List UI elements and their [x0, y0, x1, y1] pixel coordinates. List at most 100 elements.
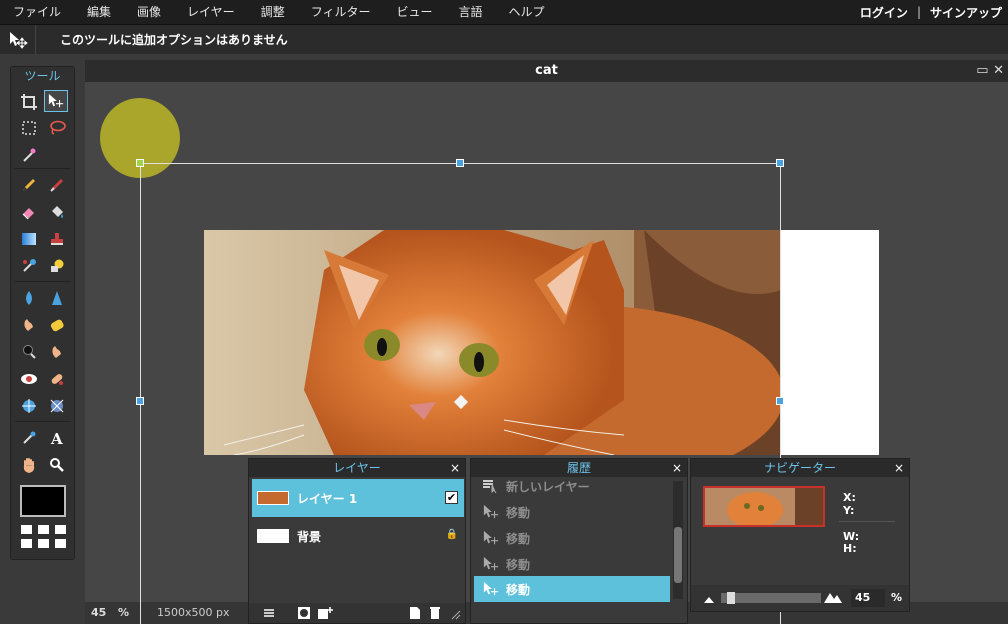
transform-handle-top[interactable]	[456, 159, 464, 167]
crop-tool-icon[interactable]	[17, 91, 41, 113]
sponge-tool-icon[interactable]	[45, 314, 69, 336]
history-item[interactable]: 移動	[474, 525, 670, 551]
login-link[interactable]: ログイン	[860, 4, 908, 21]
zoom-input[interactable]: 45	[851, 589, 885, 607]
menu-image[interactable]: 画像	[124, 0, 174, 24]
history-item[interactable]: 移動	[474, 576, 670, 602]
menu-adjust[interactable]: 調整	[248, 0, 298, 24]
smudge-tool-icon[interactable]	[17, 314, 41, 336]
layer-name: 背景	[297, 529, 322, 544]
brush-tool-icon[interactable]	[45, 174, 69, 196]
history-item-label: 新しいレイヤー	[506, 479, 590, 494]
move-icon	[482, 530, 502, 546]
layer-visibility-checkbox[interactable]: ✔	[445, 491, 458, 504]
layer-row[interactable]: レイヤー 1 ✔	[252, 479, 464, 517]
history-close-icon[interactable]: ×	[672, 459, 682, 477]
menu-edit[interactable]: 編集	[74, 0, 124, 24]
layer-settings-icon[interactable]	[263, 607, 275, 622]
menu-view[interactable]: ビュー	[383, 0, 445, 24]
menu-layer[interactable]: レイヤー	[174, 0, 248, 24]
sharpen-tool-icon[interactable]	[45, 287, 69, 309]
account-separator: |	[916, 5, 921, 19]
signup-link[interactable]: サインアップ	[930, 4, 1002, 21]
zoom-slider-knob[interactable]	[727, 592, 735, 604]
navigator-zoom-bar: 45 %	[691, 585, 909, 611]
layer-row[interactable]: 背景 🔒	[252, 517, 464, 555]
new-layer-icon	[482, 479, 502, 493]
move-icon	[482, 504, 502, 520]
move-tool-icon[interactable]	[44, 90, 68, 112]
color-replace-tool-icon[interactable]	[17, 255, 41, 277]
clone-stamp-tool-icon[interactable]	[45, 228, 69, 250]
zoom-slider[interactable]	[721, 592, 821, 604]
svg-text:A: A	[50, 430, 63, 446]
spot-heal-tool-icon[interactable]	[45, 368, 69, 390]
zoom-out-icon[interactable]	[703, 593, 715, 607]
zoom-level[interactable]: 45	[91, 606, 106, 619]
menu-filter[interactable]: フィルター	[298, 0, 384, 24]
history-item-label: 移動	[506, 557, 531, 572]
hand-tool-icon[interactable]	[17, 454, 41, 476]
move-icon	[482, 556, 502, 572]
maximize-icon[interactable]: ▭	[976, 63, 988, 78]
drawing-tool-icon[interactable]	[45, 255, 69, 277]
transform-handle-top-left[interactable]	[136, 159, 144, 167]
red-eye-tool-icon[interactable]	[17, 368, 41, 390]
paint-bucket-tool-icon[interactable]	[45, 201, 69, 223]
transform-box-left-edge	[140, 163, 141, 624]
menu-language[interactable]: 言語	[445, 0, 495, 24]
tools-divider	[15, 168, 71, 169]
history-item[interactable]: 新しいレイヤー	[474, 473, 670, 499]
bloat-tool-icon[interactable]	[17, 395, 41, 417]
resize-grip-icon[interactable]	[451, 609, 461, 623]
menu-help[interactable]: ヘルプ	[496, 0, 558, 24]
zoom-in-icon[interactable]	[823, 590, 843, 607]
burn-tool-icon[interactable]	[45, 341, 69, 363]
history-scrollbar-thumb[interactable]	[674, 527, 682, 583]
canvas-image[interactable]	[204, 230, 879, 455]
history-scrollbar[interactable]	[673, 481, 683, 599]
transform-handle-right[interactable]	[776, 397, 784, 405]
close-icon[interactable]: ✕	[993, 63, 1004, 78]
navigator-close-icon[interactable]: ×	[894, 459, 904, 477]
layers-panel: レイヤー × レイヤー 1 ✔ 背景 🔒	[248, 458, 466, 624]
navigator-preview[interactable]	[703, 486, 825, 527]
navigator-x-label: X:	[843, 491, 856, 504]
history-item[interactable]: 移動	[474, 499, 670, 525]
layer-mask-icon[interactable]	[297, 606, 311, 623]
lock-icon: 🔒	[445, 529, 458, 540]
dodge-tool-icon[interactable]	[17, 341, 41, 363]
document-title-bar: cat ▭ ✕	[85, 60, 1008, 82]
history-panel: 履歴 × 新しいレイヤー 移動 移動 移動 移動	[470, 458, 688, 624]
eraser-tool-icon[interactable]	[17, 201, 41, 223]
layers-panel-title: レイヤー	[333, 461, 381, 475]
menu-bar: ファイル 編集 画像 レイヤー 調整 フィルター ビュー 言語 ヘルプ ログイン…	[0, 0, 1008, 24]
pinch-tool-icon[interactable]	[45, 395, 69, 417]
trash-icon[interactable]	[429, 606, 441, 623]
tools-divider	[15, 421, 71, 422]
history-item[interactable]: 移動	[474, 551, 670, 577]
transform-handle-left[interactable]	[136, 397, 144, 405]
magic-wand-tool-icon[interactable]	[17, 144, 41, 166]
menu-file[interactable]: ファイル	[0, 0, 74, 24]
pencil-tool-icon[interactable]	[17, 174, 41, 196]
lasso-tool-icon[interactable]	[45, 117, 69, 139]
transform-handle-top-right[interactable]	[776, 159, 784, 167]
blur-tool-icon[interactable]	[17, 287, 41, 309]
layers-close-icon[interactable]: ×	[450, 459, 460, 477]
tool-options-bar: このツールに追加オプションはありません	[0, 24, 1008, 55]
move-icon	[482, 581, 502, 597]
layer-style-icon[interactable]	[317, 606, 333, 623]
color-picker-tool-icon[interactable]	[17, 427, 41, 449]
gradient-tool-icon[interactable]	[17, 228, 41, 250]
history-item-label: 移動	[506, 505, 531, 520]
layer-thumbnail	[257, 529, 289, 543]
marquee-tool-icon[interactable]	[17, 117, 41, 139]
layer-thumbnail	[257, 491, 289, 505]
foreground-color-swatch[interactable]	[20, 485, 66, 517]
layers-panel-header: レイヤー ×	[249, 459, 465, 477]
type-tool-icon[interactable]: A	[45, 427, 69, 449]
new-layer-icon[interactable]	[409, 606, 421, 623]
zoom-tool-icon[interactable]	[45, 454, 69, 476]
document-title: cat	[535, 63, 558, 78]
